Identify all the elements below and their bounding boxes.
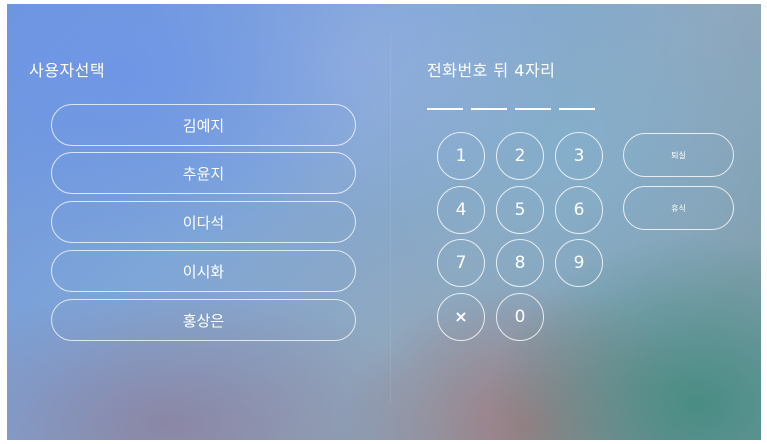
user-button-1[interactable]: 김예지 [51,104,356,146]
pin-slot-3 [515,108,551,110]
key-9[interactable]: 9 [555,239,603,287]
key-3[interactable]: 3 [555,132,603,180]
key-2[interactable]: 2 [496,132,544,180]
kiosk-screen: 사용자선택 김예지 추윤지 이다석 이시화 홍상은 전화번호 뒤 4자리 1 2… [7,4,761,440]
user-button-2[interactable]: 추윤지 [51,152,356,194]
pin-slot-1 [427,108,463,110]
user-button-4[interactable]: 이시화 [51,250,356,292]
key-0[interactable]: 0 [496,293,544,341]
key-7[interactable]: 7 [437,239,485,287]
key-5[interactable]: 5 [496,186,544,234]
clear-button[interactable]: × [437,293,485,341]
checkout-button[interactable]: 퇴실 [623,133,734,177]
rest-button[interactable]: 휴식 [623,186,734,230]
key-6[interactable]: 6 [555,186,603,234]
user-button-5[interactable]: 홍상은 [51,299,356,341]
panel-divider [390,34,391,404]
key-4[interactable]: 4 [437,186,485,234]
pin-slot-4 [559,108,595,110]
key-8[interactable]: 8 [496,239,544,287]
phone-digits-heading: 전화번호 뒤 4자리 [427,61,556,80]
key-1[interactable]: 1 [437,132,485,180]
user-select-heading: 사용자선택 [29,61,106,80]
user-button-3[interactable]: 이다석 [51,201,356,243]
pin-slot-2 [471,108,507,110]
close-icon: × [454,307,468,326]
